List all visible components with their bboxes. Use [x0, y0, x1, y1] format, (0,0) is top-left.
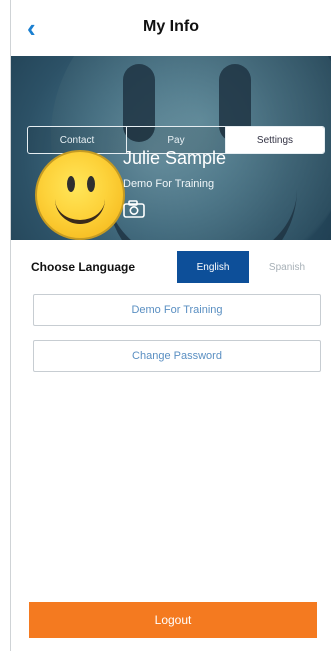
- choose-language-label: Choose Language: [31, 260, 136, 274]
- camera-icon[interactable]: [123, 200, 145, 218]
- language-english-button[interactable]: English: [177, 251, 249, 283]
- logout-button[interactable]: Logout: [29, 602, 317, 638]
- profile-name: Julie Sample: [123, 148, 227, 168]
- avatar-eye: [67, 176, 75, 192]
- demo-for-training-button[interactable]: Demo For Training: [33, 294, 321, 326]
- app-screen: ‹ My Info Contact Pay Settings Julie Sam…: [10, 0, 331, 651]
- avatar-eye: [87, 176, 95, 192]
- avatar: [35, 150, 125, 240]
- change-password-button[interactable]: Change Password: [33, 340, 321, 372]
- tab-settings[interactable]: Settings: [226, 127, 324, 153]
- top-bar: ‹ My Info: [11, 0, 331, 56]
- page-title: My Info: [143, 18, 199, 35]
- profile-subtitle: Demo For Training: [123, 178, 215, 190]
- language-spanish-button[interactable]: Spanish: [251, 251, 323, 283]
- avatar-mouth: [55, 196, 105, 224]
